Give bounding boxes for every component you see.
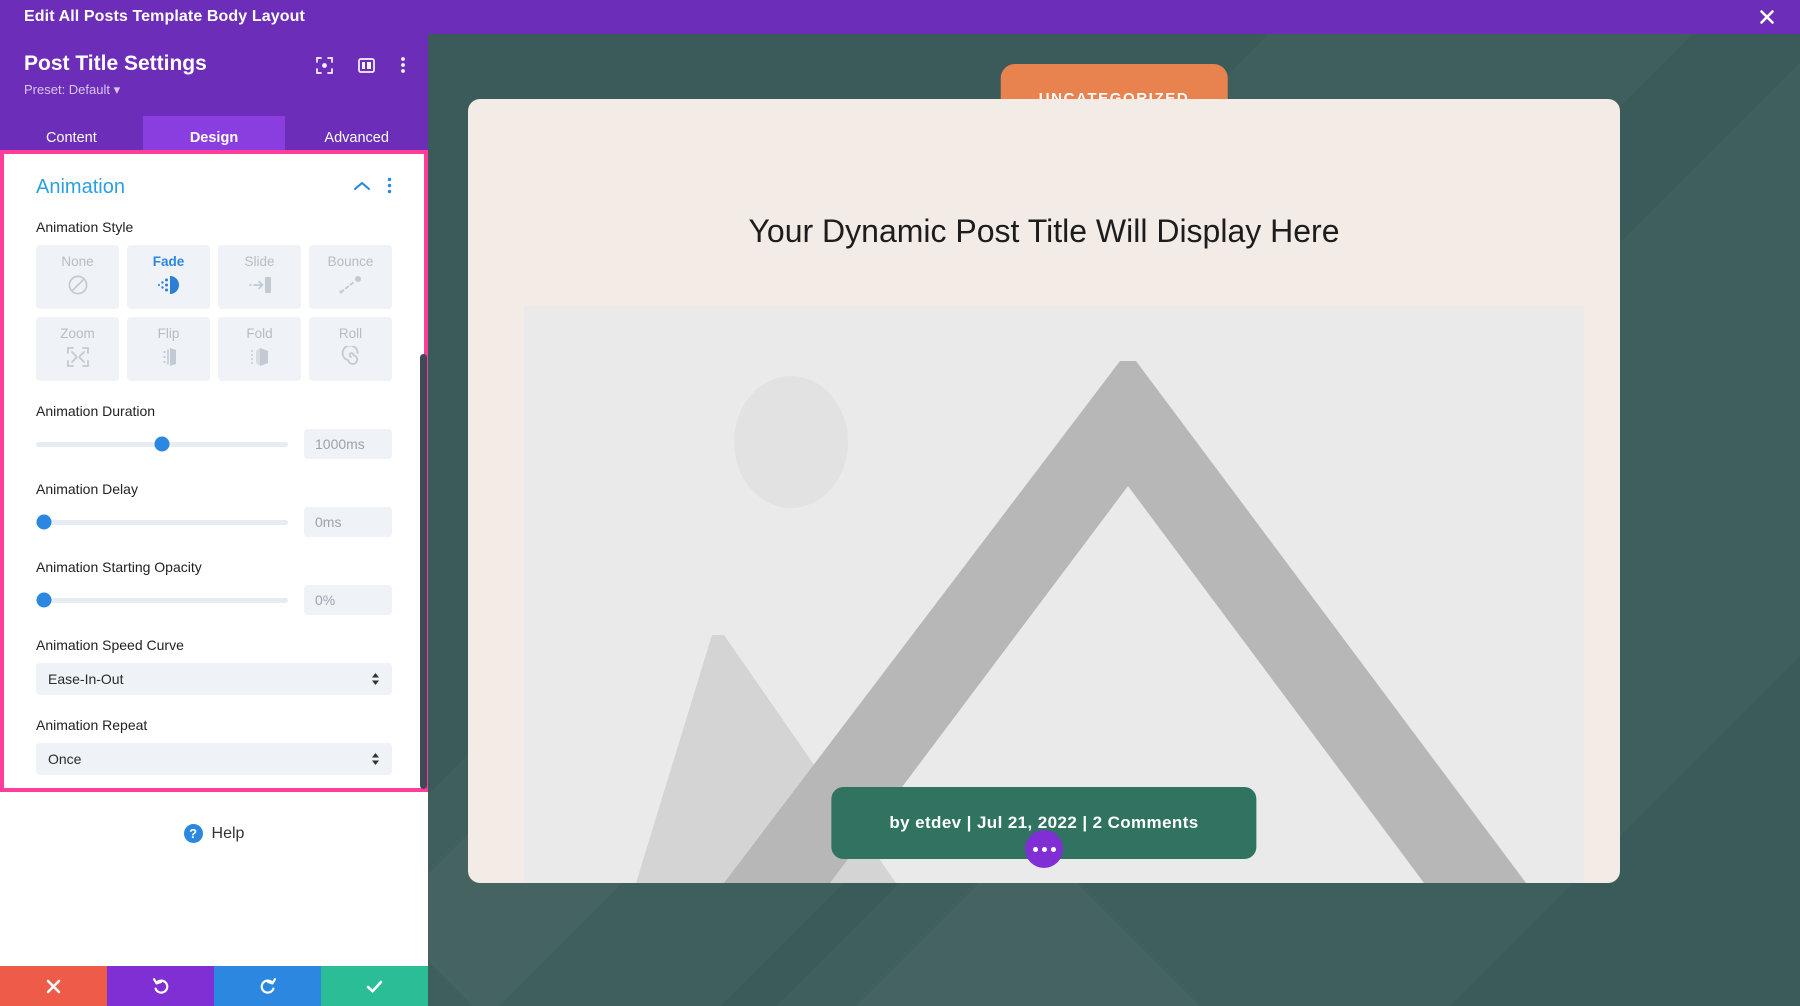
animation-speed-curve-label: Animation Speed Curve <box>36 637 184 653</box>
top-bar-title: Edit All Posts Template Body Layout <box>24 8 305 25</box>
animation-style-fade[interactable]: Fade <box>127 245 210 309</box>
animation-repeat-select[interactable]: Once <box>36 743 392 775</box>
panel-action-bar <box>0 966 428 1006</box>
animation-duration-input[interactable]: 1000ms <box>304 429 392 459</box>
animation-toggle-group: Animation Animation Style None Fade Slid… <box>0 150 428 792</box>
fade-icon <box>157 274 181 301</box>
kebab-menu-icon[interactable] <box>400 56 406 79</box>
panel-header: Post Title Settings Preset: Default ▾ <box>0 34 428 116</box>
animation-duration-label: Animation Duration <box>36 403 156 419</box>
dot <box>1050 846 1056 852</box>
option-label: None <box>61 253 94 269</box>
animation-delay-slider[interactable]: 0ms <box>36 507 392 537</box>
slider-knob[interactable] <box>36 514 52 530</box>
zoom-expand-icon <box>66 346 90 373</box>
animation-starting-opacity-input[interactable]: 0% <box>304 585 392 615</box>
animation-style-label: Animation Style <box>36 219 134 235</box>
flip-icon <box>157 346 181 373</box>
cancel-button[interactable] <box>0 966 107 1006</box>
animation-duration-slider[interactable]: 1000ms <box>36 429 392 459</box>
option-label: Bounce <box>327 253 374 269</box>
panel-scrollbar[interactable] <box>419 164 428 796</box>
focus-icon[interactable] <box>316 56 333 79</box>
select-value: Once <box>48 751 82 767</box>
fold-icon <box>248 346 272 373</box>
chevron-down-icon: ▾ <box>113 82 121 97</box>
help-link[interactable]: ? Help <box>0 796 428 871</box>
undo-button[interactable] <box>107 966 214 1006</box>
animation-style-flip[interactable]: Flip <box>127 317 210 381</box>
animation-style-fold[interactable]: Fold <box>218 317 301 381</box>
animation-delay-label: Animation Delay <box>36 481 138 497</box>
preset-selector[interactable]: Preset: Default ▾ <box>24 82 428 116</box>
bounce-icon <box>338 274 364 301</box>
save-button[interactable] <box>321 966 428 1006</box>
section-title: Animation <box>36 176 125 198</box>
post-card: Your Dynamic Post Title Will Display Her… <box>468 99 1620 883</box>
close-icon[interactable] <box>1756 6 1778 28</box>
scrollbar-thumb[interactable] <box>420 354 427 789</box>
option-label: Fold <box>246 325 273 341</box>
animation-style-zoom[interactable]: Zoom <box>36 317 119 381</box>
ellipsis-button[interactable] <box>1025 830 1063 868</box>
option-label: Flip <box>157 325 180 341</box>
select-value: Ease-In-Out <box>48 671 124 687</box>
panel-header-icons <box>316 56 406 79</box>
chevron-up-icon[interactable] <box>353 179 371 197</box>
dot <box>1041 846 1047 852</box>
animation-starting-opacity-slider[interactable]: 0% <box>36 585 392 615</box>
settings-panel: Post Title Settings Preset: Default ▾ Co… <box>0 34 428 1006</box>
no-entry-icon <box>67 274 89 301</box>
animation-speed-curve-select[interactable]: Ease-In-Out <box>36 663 392 695</box>
question-mark-icon: ? <box>183 824 203 843</box>
stepper-arrows-icon <box>371 672 380 686</box>
animation-style-none[interactable]: None <box>36 245 119 309</box>
slider-knob[interactable] <box>36 592 52 608</box>
animation-section-header[interactable]: Animation <box>36 154 392 207</box>
stepper-arrows-icon <box>371 752 380 766</box>
option-label: Roll <box>338 325 363 341</box>
top-bar: Edit All Posts Template Body Layout <box>0 0 1800 34</box>
preview-canvas: UNCATEGORIZED Your Dynamic Post Title Wi… <box>428 34 1800 1006</box>
preset-label: Preset: Default <box>24 82 110 97</box>
animation-starting-opacity-label: Animation Starting Opacity <box>36 559 202 575</box>
animation-style-grid: None Fade Slide Bounce Zoom Flip Fold Ro… <box>36 245 392 381</box>
slider-track[interactable] <box>36 514 288 530</box>
animation-style-slide[interactable]: Slide <box>218 245 301 309</box>
help-label: Help <box>211 824 245 842</box>
redo-button[interactable] <box>214 966 321 1006</box>
kebab-menu-icon[interactable] <box>387 177 392 199</box>
layout-columns-icon[interactable] <box>358 57 375 79</box>
animation-style-bounce[interactable]: Bounce <box>309 245 392 309</box>
option-label: Zoom <box>60 325 95 341</box>
animation-style-roll[interactable]: Roll <box>309 317 392 381</box>
page-title: Your Dynamic Post Title Will Display Her… <box>748 213 1340 249</box>
slider-knob[interactable] <box>154 436 170 452</box>
option-label: Slide <box>244 253 275 269</box>
slider-track[interactable] <box>36 592 288 608</box>
animation-delay-input[interactable]: 0ms <box>304 507 392 537</box>
slide-icon <box>247 274 273 301</box>
animation-repeat-label: Animation Repeat <box>36 717 148 733</box>
roll-spiral-icon <box>339 344 363 373</box>
slider-track[interactable] <box>36 436 288 452</box>
dot <box>1032 846 1038 852</box>
option-label: Fade <box>152 253 185 269</box>
